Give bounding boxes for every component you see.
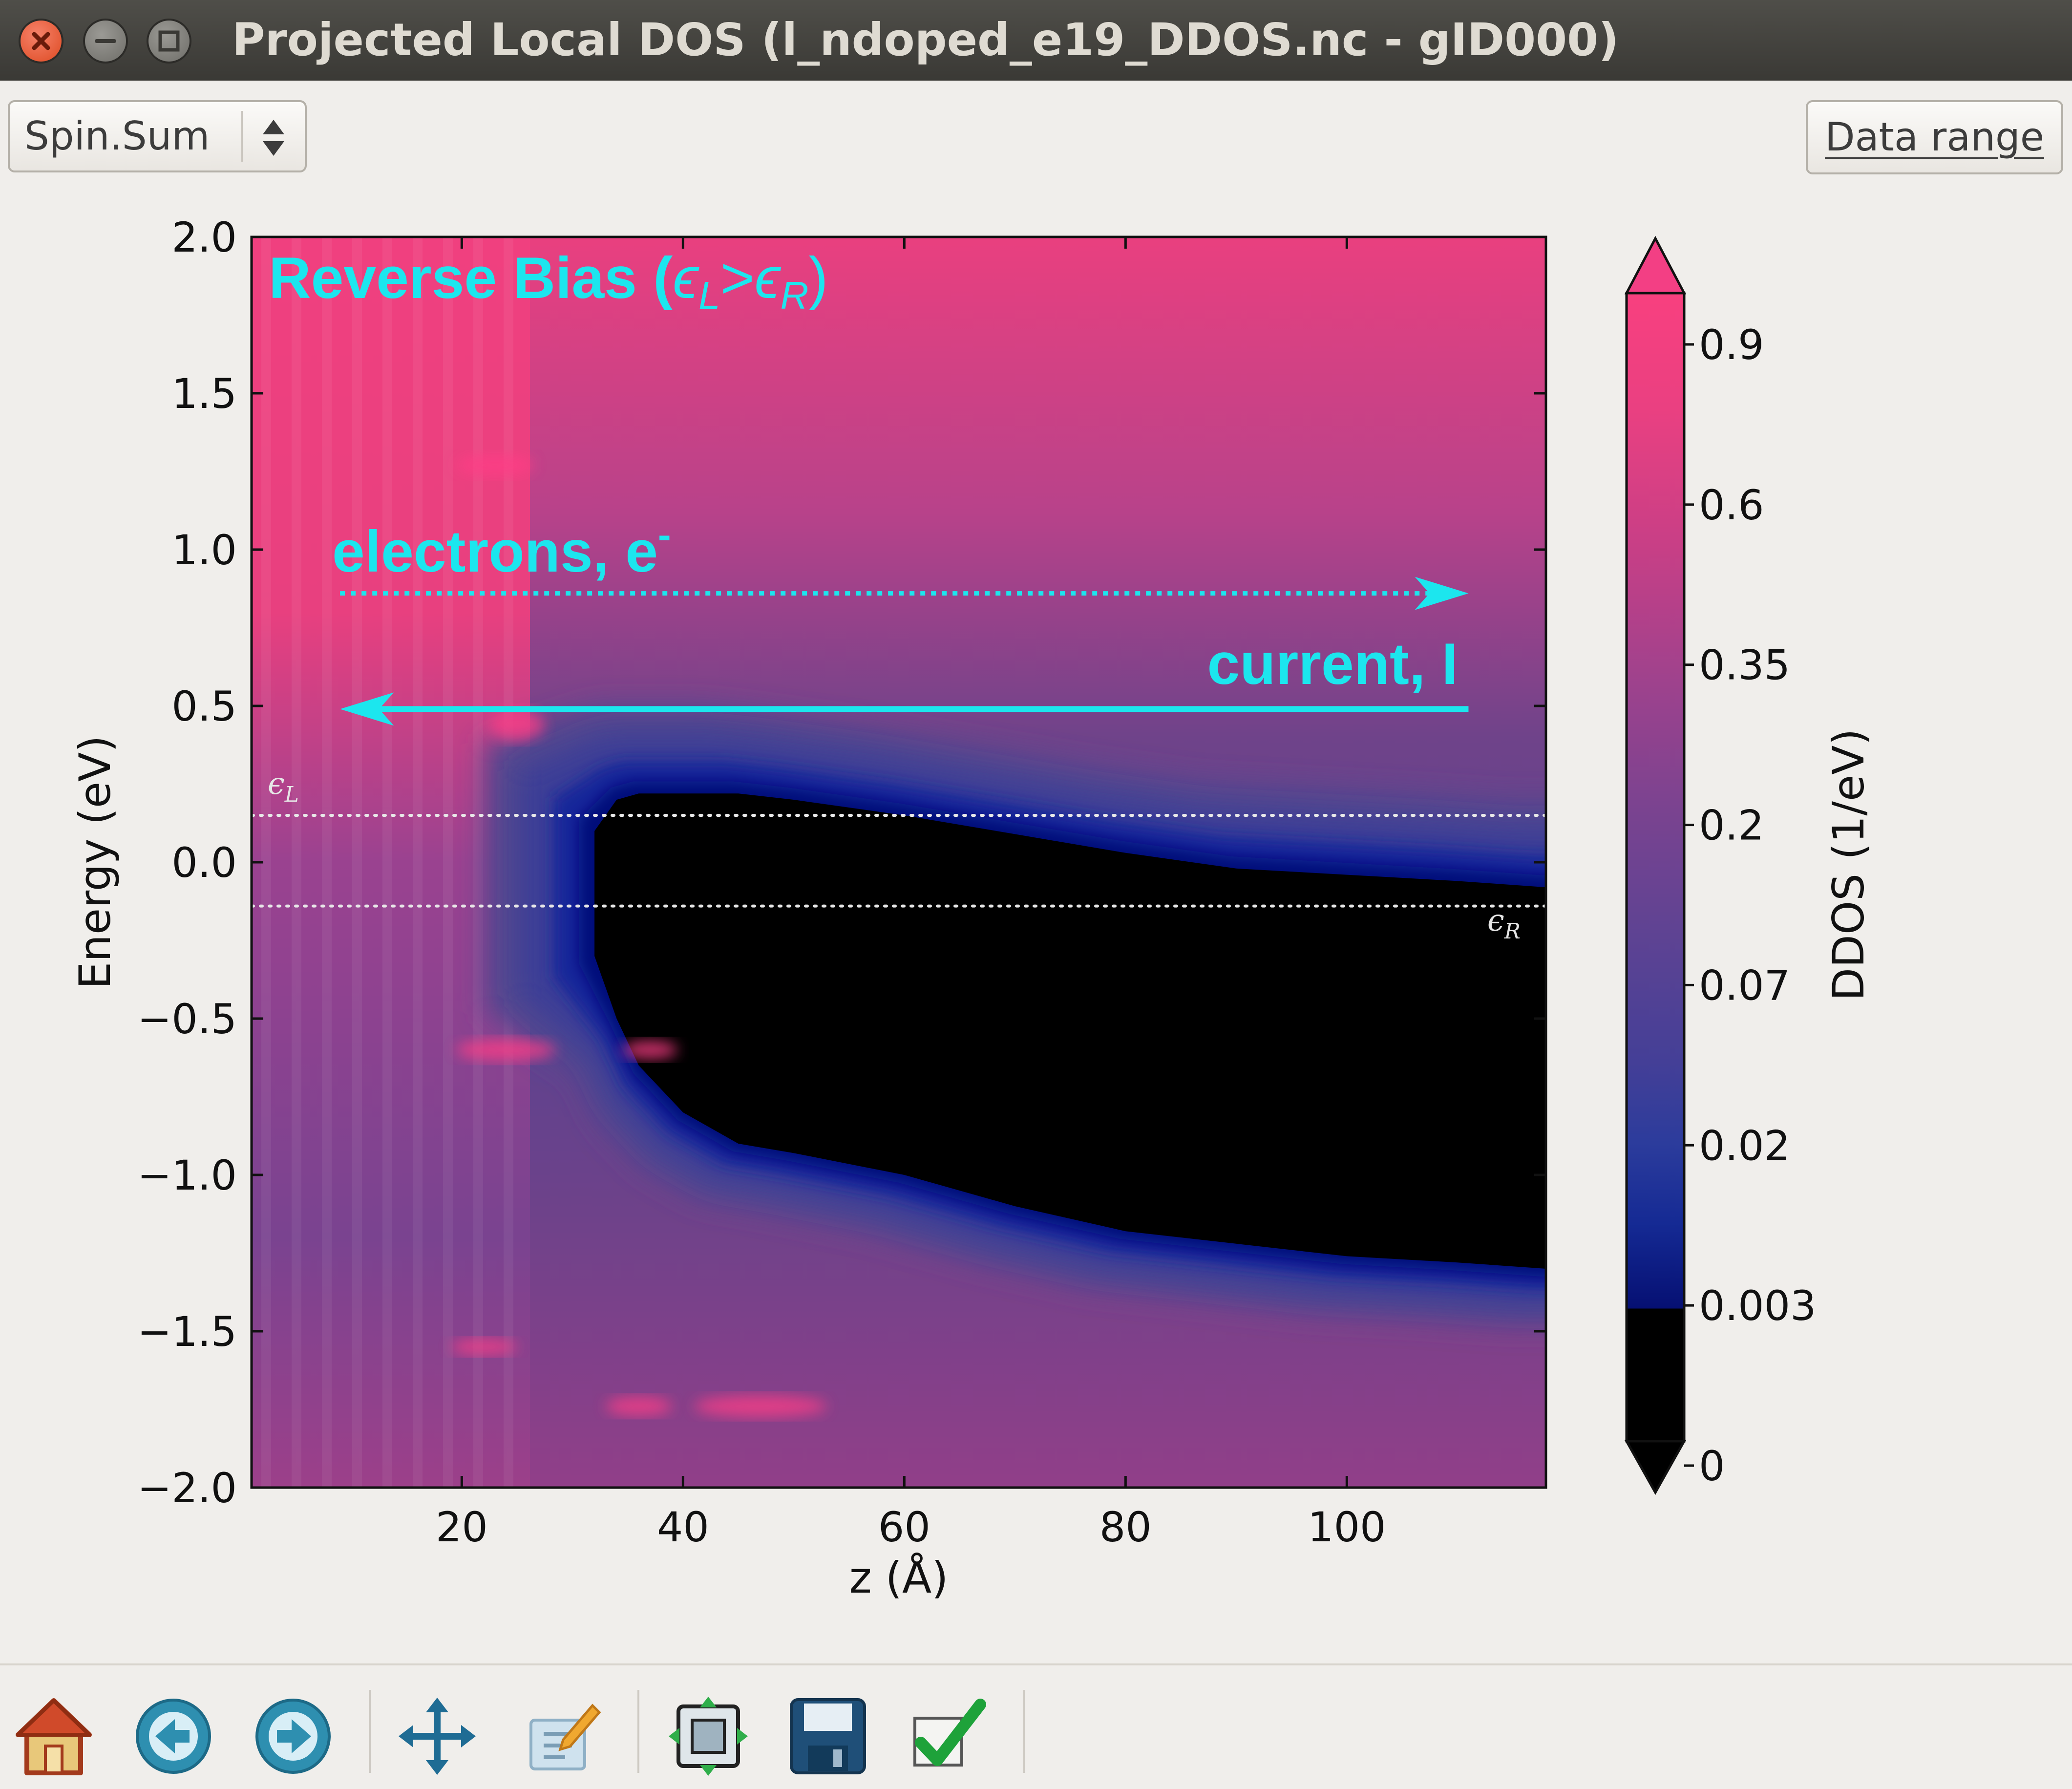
toolbar-separator [1023,1690,1025,1773]
colorbar-tick-label: 0 [1699,1442,1725,1490]
colorbar-tick-label: 0.35 [1699,641,1790,689]
navigation-toolbar [0,1663,2072,1789]
spin-select-value: Spin.Sum [24,113,210,159]
bias-eps-r: ϵ [755,245,782,311]
electrode-band [322,237,332,1488]
pan-icon[interactable] [396,1695,479,1778]
heatmap-area [252,237,1546,1488]
minimize-window-button[interactable] [83,19,128,64]
y-tick-label: 2.0 [171,213,237,261]
y-axis-label: Energy (eV) [70,735,120,989]
eps-l-marker-sub: L [284,782,299,807]
close-icon [32,32,50,50]
toolbar-separator [637,1690,639,1773]
maximize-window-button[interactable] [147,19,191,64]
electrons-label: electrons, e [332,519,658,584]
hotspot-streak [489,709,545,741]
home-icon[interactable] [12,1695,95,1778]
colorbar-tick-label: 0.003 [1699,1282,1816,1330]
eps-r-marker-sub: R [1504,919,1521,944]
colorbar-min-extend [1624,1440,1687,1495]
data-range-label: Data range [1824,114,2045,160]
x-axis-label: z (Å) [849,1553,948,1603]
colorbar-ticks: 0 0.003 0.02 0.07 0.2 0.35 0.6 0.9 [1684,321,1816,1490]
colorbar-label: DDOS (1/eV) [1823,728,1874,1001]
y-tick-label: 1.0 [171,526,237,574]
close-window-button[interactable] [19,19,63,64]
toolbar-separator [369,1690,371,1773]
electrons-superscript: - [658,513,671,556]
x-tick-label: 80 [1099,1503,1152,1551]
x-tick-label: 100 [1308,1503,1386,1551]
y-tick-label: 0.5 [171,682,237,730]
eps-l-marker: ϵ [268,766,285,801]
electrode-band [382,237,392,1488]
save-icon[interactable] [786,1695,869,1778]
electrode-band [352,237,362,1488]
combo-divider [241,111,243,162]
electrons-annotation: electrons, e- [332,513,671,584]
y-tick-label: −1.0 [137,1151,237,1199]
up-down-arrows-icon [263,120,284,156]
electrode-vertical-bands [261,237,513,1488]
y-tick-label: 1.5 [171,370,237,418]
hotspot-streak [450,1339,517,1355]
electrode-band [443,237,453,1488]
electrode-band [473,237,483,1488]
colorbar-tick-label: 0.2 [1699,802,1764,850]
bias-sub-l: L [698,274,720,317]
electrode-band [292,237,301,1488]
x-tick-label: 40 [657,1503,709,1551]
hotspot-streak [456,454,534,476]
x-tick-label: 20 [436,1503,488,1551]
y-tick-label: 0.0 [171,839,237,887]
y-tick-label: −0.5 [137,995,237,1043]
edit-axes-icon[interactable] [520,1695,603,1778]
window-title: Projected Local DOS (l_ndoped_e19_DDOS.n… [232,14,1619,66]
back-icon[interactable] [132,1695,215,1778]
x-tick-label: 60 [878,1503,930,1551]
colorbar-tick-label: 0.9 [1699,321,1764,369]
electrode-band [413,237,423,1488]
bias-sub-r: R [781,274,809,317]
minimize-icon [95,39,116,43]
bias-title-prefix: Reverse Bias ( [269,245,673,311]
y-tick-label: −1.5 [137,1308,237,1356]
data-range-button[interactable]: Data range [1806,100,2063,174]
colorbar-tick-label: 0.02 [1699,1122,1790,1170]
bias-suffix: ) [808,245,828,311]
colorbar-tick-label: 0.07 [1699,961,1790,1009]
colorbar: 0 0.003 0.02 0.07 0.2 0.35 0.6 0.9 DDOS (1/eV) [1624,235,1874,1495]
hotspot-streak [694,1395,827,1418]
colorbar-gradient [1627,293,1684,1441]
title-bar: Projected Local DOS (l_ndoped_e19_DDOS.n… [0,0,2072,81]
forward-icon[interactable] [252,1695,335,1778]
spin-component-select[interactable]: Spin.Sum [8,100,307,172]
apply-icon[interactable] [906,1695,989,1778]
colorbar-tick-label: 0.6 [1699,481,1764,529]
svg-text:Reverse Bias (ϵL>ϵR): Reverse Bias (ϵL>ϵR) [269,245,828,317]
maximize-icon [158,30,180,52]
current-label: current, I [1207,631,1458,697]
hotspot-streak [622,1040,678,1060]
ddos-heatmap-figure: 20 40 60 80 100 2.0 1.5 1.0 0.5 0.0 −0.5 −1.0 −1.5 −2… [70,213,1874,1603]
hotspot-streak [456,1039,556,1061]
y-tick-label: −2.0 [137,1464,237,1512]
hotspot-streak [605,1397,672,1416]
colorbar-max-extend [1624,235,1687,295]
bias-greater: > [720,245,755,311]
eps-r-marker: ϵ [1487,902,1504,938]
bias-eps-l: ϵ [673,245,699,311]
subplots-icon[interactable] [667,1695,750,1778]
